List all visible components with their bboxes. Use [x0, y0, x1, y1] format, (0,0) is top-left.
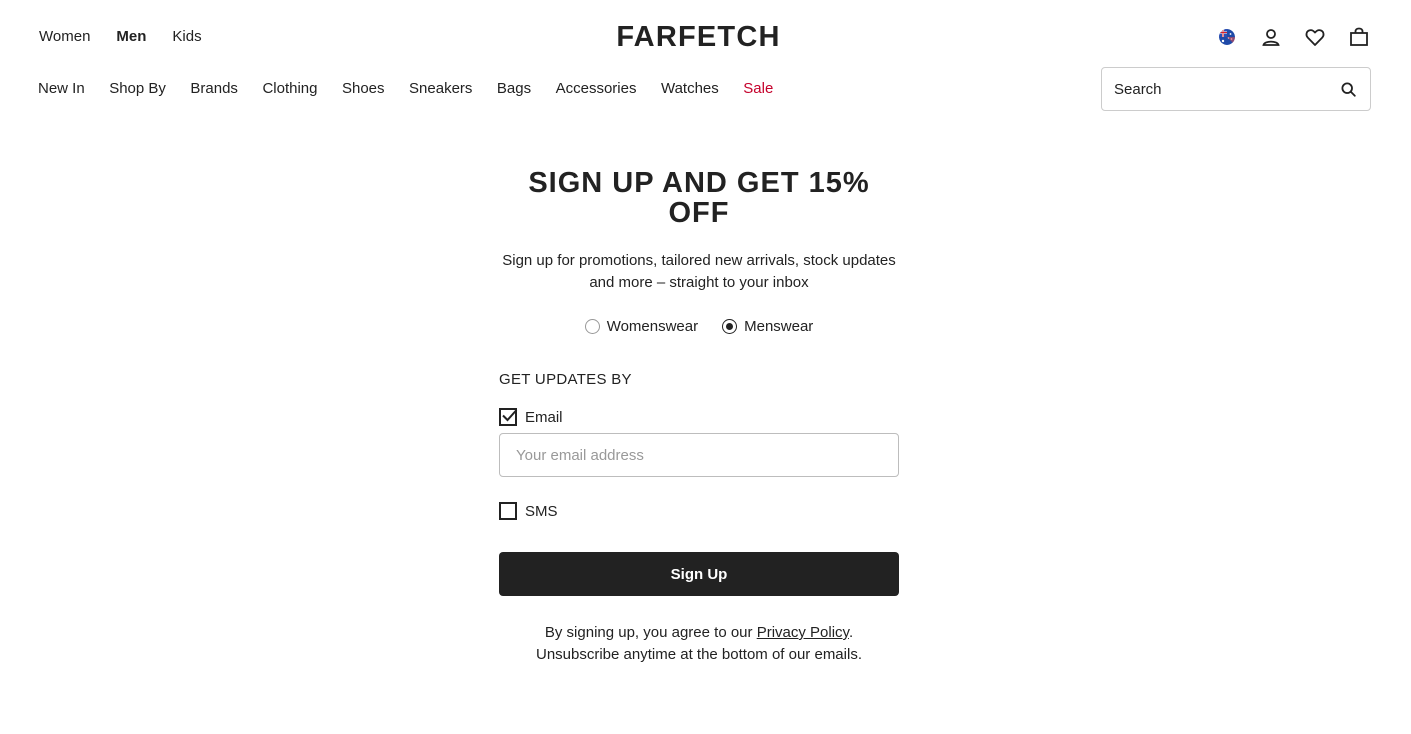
search-input[interactable] [1102, 68, 1326, 110]
category-nav: New In Shop By Brands Clothing Shoes Sne… [38, 80, 798, 98]
nav-bags[interactable]: Bags [497, 80, 531, 98]
nav-clothing[interactable]: Clothing [262, 80, 317, 98]
radio-menswear-indicator [722, 319, 738, 334]
user-icon [1262, 29, 1280, 46]
signup-title: SIGN UP AND GET 15% OFF [528, 167, 870, 229]
logo[interactable]: FARFETCH [597, 22, 800, 52]
radio-menswear[interactable]: Menswear [722, 318, 813, 335]
legal-unsubscribe: Unsubscribe anytime at the bottom of our… [536, 646, 862, 663]
gender-selector: Womenswear Menswear [499, 318, 899, 335]
legal-text: By signing up, you agree to our Privacy … [499, 622, 899, 666]
nav-new-in[interactable]: New In [38, 80, 85, 98]
bag-button[interactable] [1347, 24, 1371, 50]
heart-icon [1305, 28, 1325, 46]
sms-checkbox-box [499, 502, 517, 520]
dept-men[interactable]: Men [116, 28, 146, 46]
nav-shop-by[interactable]: Shop By [109, 80, 166, 98]
nav-accessories[interactable]: Accessories [556, 80, 637, 98]
sign-up-button[interactable]: Sign Up [499, 552, 899, 596]
bag-icon [1350, 27, 1368, 46]
department-nav: Women Men Kids [39, 28, 228, 46]
nav-watches[interactable]: Watches [661, 80, 719, 98]
email-checkbox-label: Email [525, 408, 563, 426]
utility-nav [1215, 24, 1371, 50]
nav-brands[interactable]: Brands [190, 80, 238, 98]
dept-kids[interactable]: Kids [172, 28, 201, 46]
search-icon [1340, 81, 1356, 97]
newsletter-signup: SIGN UP AND GET 15% OFF Sign up for prom… [499, 168, 899, 666]
email-checkbox[interactable]: Email [499, 408, 899, 426]
email-checkbox-box [499, 408, 518, 426]
search-button[interactable] [1326, 68, 1370, 110]
privacy-policy-link[interactable]: Privacy Policy [757, 624, 849, 641]
checkmark-icon [502, 409, 518, 422]
account-button[interactable] [1259, 24, 1283, 50]
sms-checkbox-label: SMS [525, 502, 558, 520]
search-box [1101, 67, 1371, 111]
nav-shoes[interactable]: Shoes [342, 80, 385, 98]
dept-women[interactable]: Women [39, 28, 90, 46]
wishlist-button[interactable] [1303, 24, 1327, 50]
nav-sale[interactable]: Sale [743, 80, 773, 98]
radio-womenswear-indicator [584, 319, 600, 334]
nav-sneakers[interactable]: Sneakers [409, 80, 472, 98]
australia-flag-icon [1219, 29, 1235, 45]
email-field[interactable] [499, 433, 899, 477]
radio-menswear-label: Menswear [744, 318, 814, 335]
updates-heading: GET UPDATES BY [499, 371, 632, 388]
legal-prefix: By signing up, you agree to our [544, 624, 757, 641]
sms-checkbox[interactable]: SMS [499, 502, 899, 520]
region-selector-button[interactable] [1215, 24, 1239, 50]
radio-womenswear-label: Womenswear [606, 318, 699, 335]
signup-subtitle: Sign up for promotions, tailored new arr… [502, 252, 896, 291]
radio-womenswear[interactable]: Womenswear [584, 318, 699, 335]
legal-suffix: . [848, 624, 854, 641]
